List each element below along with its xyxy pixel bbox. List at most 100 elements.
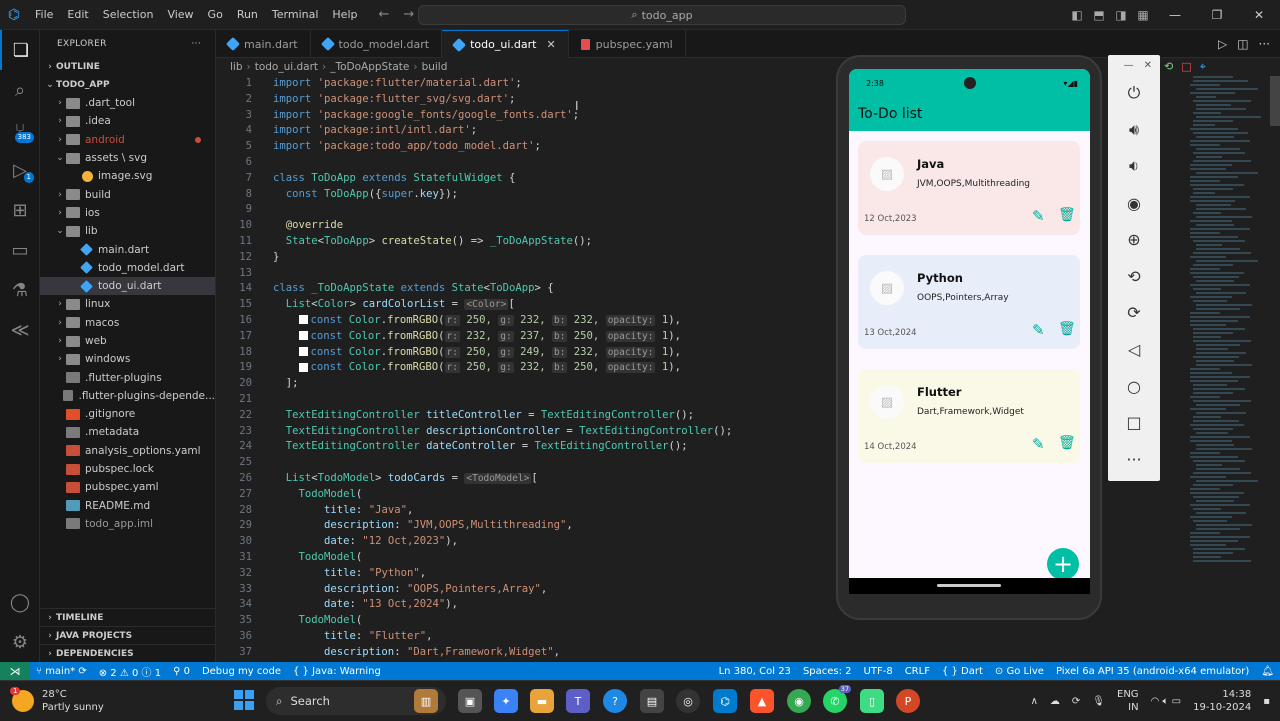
editor-scrollbar[interactable] [1270,76,1280,662]
camera-icon[interactable]: ◉ [1108,185,1160,222]
whatsapp-icon[interactable]: ✆ 37 [823,685,851,713]
back-icon[interactable]: ◁ [1108,331,1160,368]
section-dependencies[interactable]: › DEPENDENCIES [40,644,215,662]
device-status[interactable]: Pixel 6a API 35 (android-x64 emulator) [1050,666,1255,677]
customize-layout-icon[interactable]: ▦ [1132,8,1154,22]
powerpoint-icon[interactable]: P [896,689,920,713]
emulator-close-icon[interactable]: ✕ [1144,60,1152,71]
tree-item[interactable]: › linux [40,295,215,313]
more-options-icon[interactable]: ··· [1108,441,1160,478]
section-java-projects[interactable]: › JAVA PROJECTS [40,626,215,644]
indentation-status[interactable]: Spaces: 2 [797,666,858,677]
extensions-icon[interactable]: ⊞ [0,190,40,230]
remote-explorer-icon[interactable]: ▭ [0,230,40,270]
tree-item[interactable]: .gitignore [40,405,215,423]
tab-todo_ui-dart[interactable]: todo_ui.dart ✕ [442,30,569,58]
command-center-search[interactable]: ⌕ todo_app [418,5,906,25]
maximize-button[interactable]: ❐ [1196,8,1238,22]
close-tab-icon[interactable]: ✕ [546,38,555,51]
start-button[interactable] [234,690,254,710]
tree-item[interactable]: ⌄ assets \ svg [40,149,215,167]
tray-sync-icon[interactable]: ⟳ [1072,696,1080,707]
breadcrumb-item[interactable]: build [422,61,448,73]
clock[interactable]: 14:38 19-10-2024 [1193,688,1251,714]
tree-item[interactable]: .flutter-plugins [40,368,215,386]
tree-item[interactable]: pubspec.yaml [40,478,215,496]
tree-item[interactable]: todo_app.iml [40,515,215,533]
emulator-minimize-icon[interactable]: — [1124,60,1134,71]
tree-item[interactable]: README.md [40,497,215,515]
tree-item[interactable]: › ios [40,204,215,222]
settings-gear-icon[interactable]: ⚙ [0,622,40,662]
branch-status[interactable]: ⑂ main* ⟳ [30,666,93,677]
todo-card[interactable]: ▨ Flutter Dart,Framework,Widget 14 Oct,2024… [858,369,1080,463]
microphone-icon[interactable]: 🎙︎ [1092,696,1105,707]
explorer-icon[interactable]: ❏ [0,30,40,70]
notifications-bell-icon[interactable]: 🔔︎ [1255,666,1280,677]
volume-down-icon[interactable]: 🔉︎ [1108,148,1160,185]
tab-pubspec-yaml[interactable]: pubspec.yaml [569,30,686,58]
help-icon[interactable]: ? [603,689,627,713]
menu-item-edit[interactable]: Edit [60,0,95,30]
tree-item[interactable]: › build [40,185,215,203]
tree-item[interactable]: › windows [40,350,215,368]
delete-trash-icon[interactable]: 🗑︎ [1058,207,1076,223]
outline-section[interactable]: › OUTLINE [40,58,215,76]
rotate-left-icon[interactable]: ⟲ [1108,258,1160,295]
tree-item[interactable]: ⌄ lib [40,222,215,240]
toggle-sidebar-icon[interactable]: ◧ [1066,8,1088,22]
delete-trash-icon[interactable]: 🗑︎ [1058,435,1076,451]
tree-item[interactable]: image.svg [40,167,215,185]
java-status[interactable]: { } Java: Warning [287,666,387,677]
tree-item[interactable]: › .idea [40,112,215,130]
minimap[interactable] [1190,76,1270,576]
tree-item[interactable]: › macos [40,314,215,332]
edit-pencil-icon[interactable]: ✎ [1032,207,1045,225]
weather-widget[interactable]: 1 28°C Partly sunny [0,686,200,714]
menu-item-help[interactable]: Help [325,0,364,30]
tab-main-dart[interactable]: main.dart [216,30,311,58]
tree-item[interactable]: main.dart [40,240,215,258]
source-control-icon[interactable]: ⑂ 383 [0,110,40,150]
minimize-button[interactable]: — [1154,8,1196,22]
golive-button[interactable]: ⊙ Go Live [989,666,1050,677]
tree-item[interactable]: .metadata [40,423,215,441]
menu-item-file[interactable]: File [28,0,60,30]
breadcrumb-item[interactable]: todo_ui.dart [255,61,318,73]
breadcrumb-item[interactable]: _ToDoAppState [330,61,409,73]
vscode-taskbar-icon[interactable]: ⌬ [713,689,737,713]
file-explorer-icon[interactable]: ▬ [530,689,554,713]
back-arrow-icon[interactable]: ← [378,7,389,22]
cursor-position[interactable]: Ln 380, Col 23 [713,666,797,677]
inspect-icon[interactable]: ⌖ [1200,60,1206,74]
chrome-icon[interactable]: ◉ [787,689,811,713]
github-icon[interactable]: ◎ [676,689,700,713]
tree-item[interactable]: todo_model.dart [40,259,215,277]
android-emulator-icon[interactable]: ▯ [860,689,884,713]
run-file-icon[interactable]: ▷ [1218,37,1227,51]
widgets-app-icon[interactable]: ▥ [414,689,438,713]
encoding-status[interactable]: UTF-8 [858,666,899,677]
power-icon[interactable]: ⏻ [1108,75,1160,112]
search-view-icon[interactable]: ⌕ [0,70,40,110]
tray-app-icon[interactable]: ☁ [1050,696,1060,707]
tree-item[interactable]: analysis_options.yaml [40,442,215,460]
section-timeline[interactable]: › TIMELINE [40,608,215,626]
stop-icon[interactable]: □ [1181,60,1191,74]
ports-status[interactable]: ⚲ 0 [167,666,196,677]
home-icon[interactable]: ○ [1108,368,1160,405]
todo-card[interactable]: ▨ Java JVM,OOPS,Multithreading 12 Oct,2023 ✎… [858,141,1080,235]
edit-pencil-icon[interactable]: ✎ [1032,321,1045,339]
forward-arrow-icon[interactable]: → [403,7,414,22]
todo-card[interactable]: ▨ Python OOPS,Pointers,Array 13 Oct,2024 ✎ 🗑︎ [858,255,1080,349]
debug-status[interactable]: Debug my code [196,666,287,677]
task-view-icon[interactable]: ▣ [458,689,482,713]
split-editor-icon[interactable]: ◫ [1237,37,1248,51]
tree-item[interactable]: › web [40,332,215,350]
run-debug-icon[interactable]: ▷ 1 [0,150,40,190]
tray-chevron-icon[interactable]: ∧ [1031,696,1038,707]
menu-item-view[interactable]: View [160,0,200,30]
scrollbar-thumb[interactable] [1270,76,1280,126]
more-actions-icon[interactable]: ··· [192,39,201,49]
menu-item-terminal[interactable]: Terminal [265,0,326,30]
